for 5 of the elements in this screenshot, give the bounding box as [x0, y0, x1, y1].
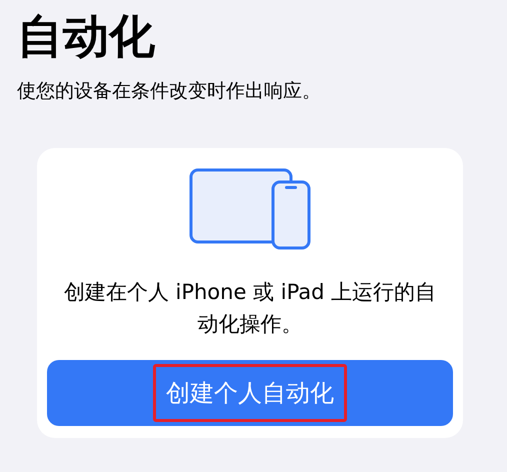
- card-description: 创建在个人 iPhone 或 iPad 上运行的自动化操作。: [62, 279, 438, 338]
- page-title: 自动化: [17, 8, 156, 65]
- page-subtitle: 使您的设备在条件改变时作出响应。: [17, 79, 322, 104]
- tablet-and-phone-icon: [189, 168, 311, 250]
- create-personal-automation-button[interactable]: 创建个人自动化: [47, 360, 453, 426]
